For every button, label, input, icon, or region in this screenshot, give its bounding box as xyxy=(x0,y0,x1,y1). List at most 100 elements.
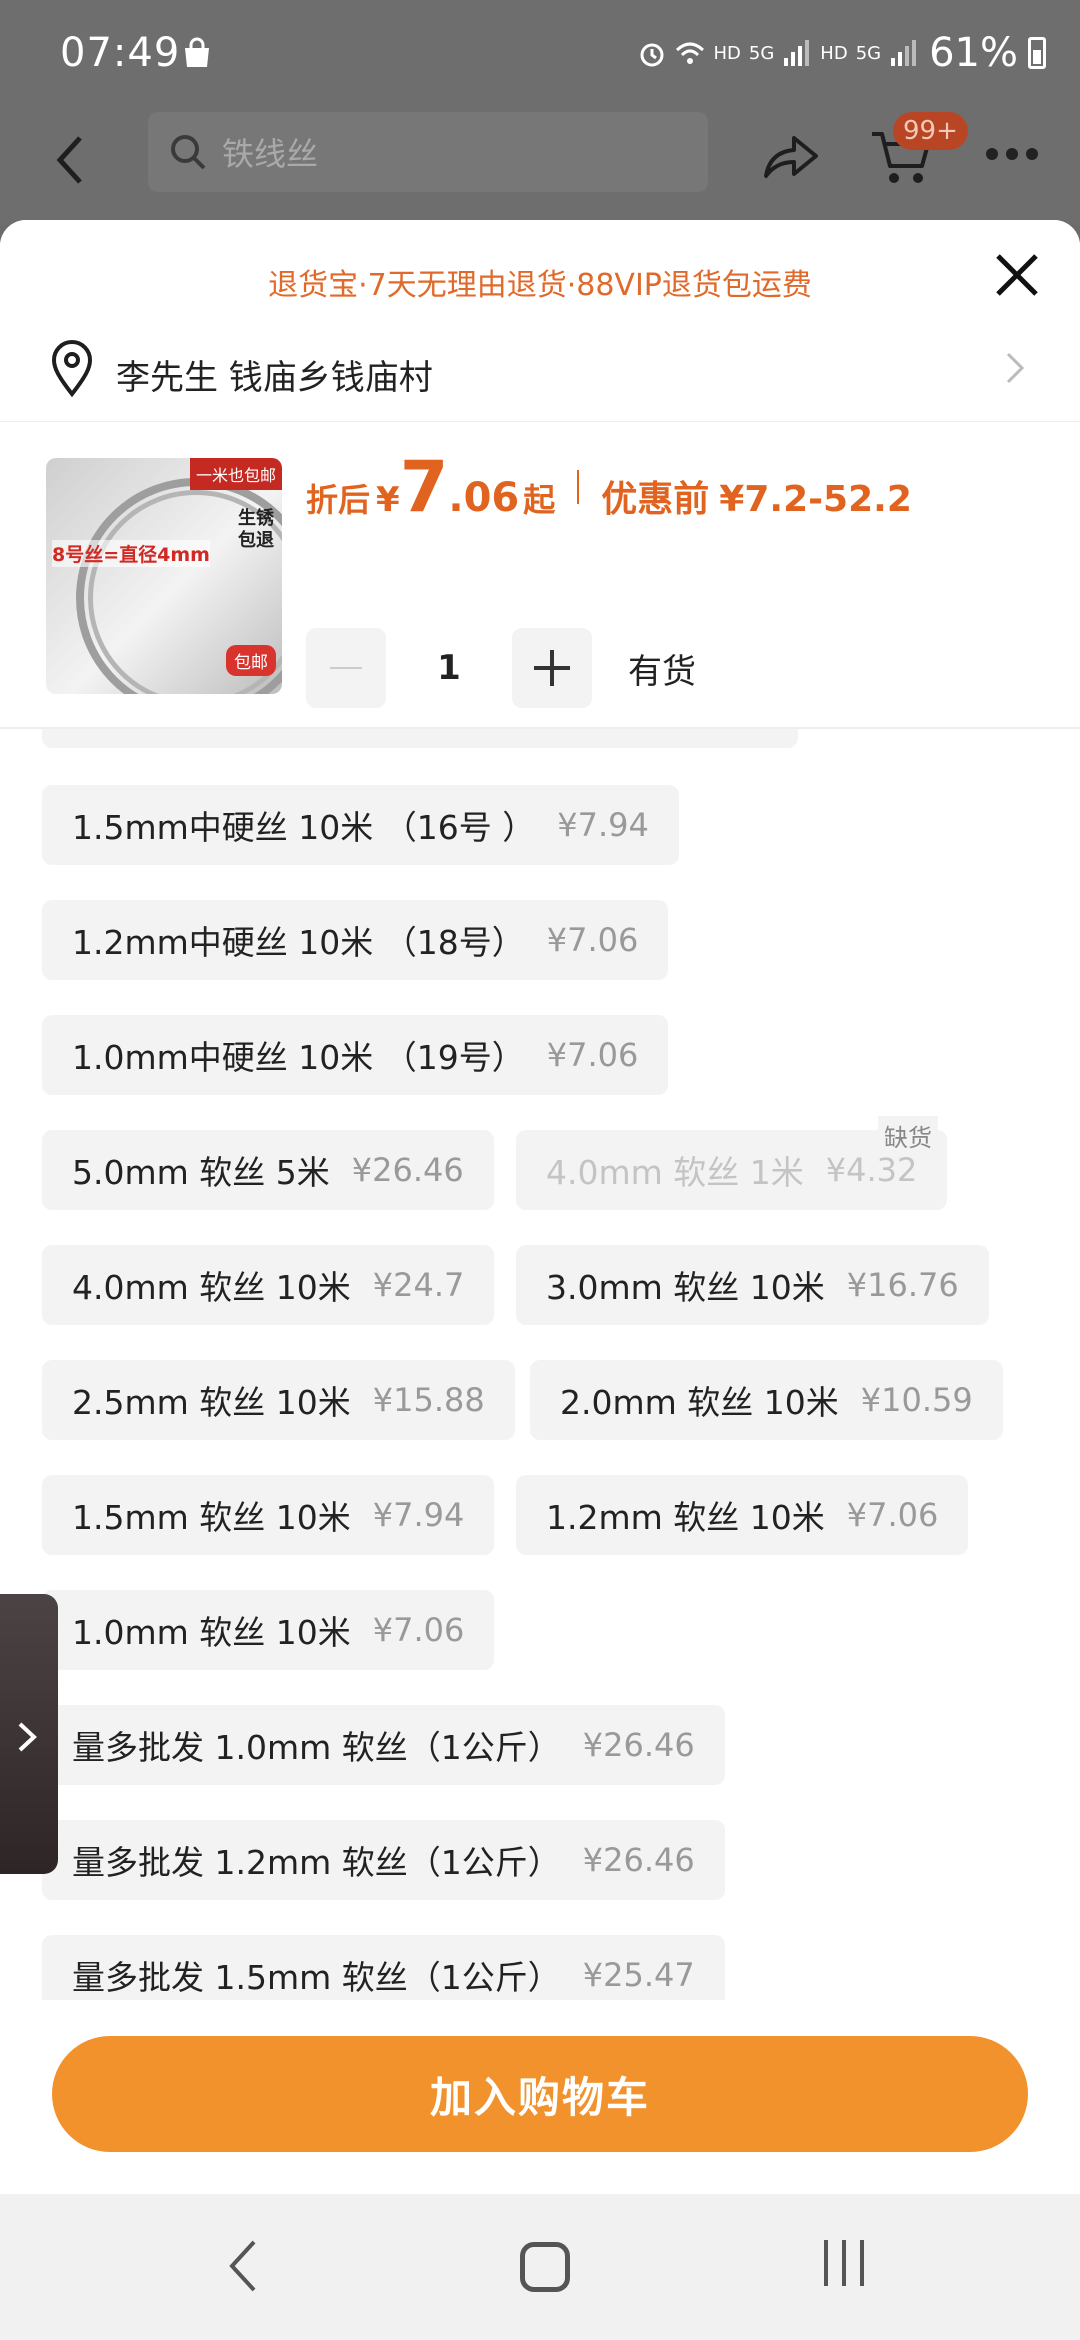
quantity-stepper: 1 有货 xyxy=(306,628,696,708)
thumb-tag-rust: 生锈包退 xyxy=(238,508,274,551)
thumb-tag-spec: 8号丝=直径4mm xyxy=(52,540,210,567)
add-to-cart-button[interactable]: 加入购物车 xyxy=(52,2036,1028,2152)
share-icon[interactable] xyxy=(760,126,820,186)
increase-quantity-button[interactable] xyxy=(512,628,592,708)
option-price: ¥26.46 xyxy=(351,1151,464,1189)
search-input[interactable]: 铁线丝 xyxy=(148,112,708,192)
option-price: ¥10.59 xyxy=(860,1381,973,1419)
option-name: 1.2mm 软丝 10米 xyxy=(546,1498,825,1537)
network-label-2: 5G xyxy=(855,42,882,64)
battery-percent: 61% xyxy=(929,30,1018,76)
price-divider xyxy=(577,470,580,504)
sku-selection-sheet: 1.5mm中硬丝 10米 （16号 ） ¥7.94 1.2mm中硬丝 10米 （… xyxy=(0,220,1080,2340)
option-name: 1.5mm中硬丝 10米 （16号 ） xyxy=(72,808,536,847)
option-price: ¥26.46 xyxy=(582,1726,695,1764)
option-chip[interactable]: 4.0mm 软丝 10米 ¥24.7 xyxy=(42,1245,495,1325)
system-back-icon[interactable] xyxy=(228,2238,258,2294)
option-name: 1.0mm中硬丝 10米 （19号） xyxy=(72,1038,525,1077)
close-icon[interactable] xyxy=(992,250,1042,300)
discount-label: 折后 xyxy=(306,481,371,519)
option-chip[interactable]: 5.0mm 软丝 5米 ¥26.46 xyxy=(42,1130,494,1210)
option-chip[interactable]: 量多批发 1.0mm 软丝（1公斤） ¥26.46 xyxy=(42,1705,725,1785)
option-chip[interactable]: 1.2mm中硬丝 10米 （18号） ¥7.06 xyxy=(42,900,669,980)
delivery-address: 李先生 钱庙乡钱庙村 xyxy=(116,358,433,398)
option-price: ¥24.7 xyxy=(372,1266,465,1304)
search-icon xyxy=(171,135,206,170)
option-price: ¥7.06 xyxy=(546,921,639,959)
option-name: 3.0mm 软丝 10米 xyxy=(546,1268,825,1307)
option-name: 1.0mm 软丝 10米 xyxy=(72,1613,351,1652)
option-name: 1.5mm 软丝 10米 xyxy=(72,1498,351,1537)
signal-icon xyxy=(784,40,810,66)
shopping-bag-icon xyxy=(185,37,209,67)
price-line: 折后 ¥ 7 .06 起 优惠前 ¥7.2-52.2 xyxy=(306,452,912,522)
system-navigation-bar xyxy=(0,2194,1080,2340)
price-decimal: .06 xyxy=(448,475,520,521)
return-policy-banner: 退货宝·7天无理由退货·88VIP退货包运费 xyxy=(268,268,812,303)
chevron-right-icon xyxy=(18,1722,37,1752)
option-chip[interactable]: 1.2mm 软丝 10米 ¥7.06 xyxy=(516,1475,969,1555)
battery-icon xyxy=(1028,37,1046,69)
option-name: 4.0mm 软丝 1米 xyxy=(546,1153,804,1192)
top-nav-bar: 铁线丝 99+ xyxy=(0,110,1080,220)
location-pin-icon xyxy=(51,340,93,398)
option-name: 1.2mm中硬丝 10米 （18号） xyxy=(72,923,525,962)
option-price: ¥7.06 xyxy=(546,1036,639,1074)
option-name: 4.0mm 软丝 10米 xyxy=(72,1268,351,1307)
option-price: ¥7.06 xyxy=(846,1496,939,1534)
option-price: ¥15.88 xyxy=(372,1381,485,1419)
option-chip[interactable]: 1.5mm 软丝 10米 ¥7.94 xyxy=(42,1475,495,1555)
option-price: ¥7.06 xyxy=(372,1611,465,1649)
thumb-tag-badge: 包邮 xyxy=(226,645,276,676)
network-label: 5G xyxy=(748,42,775,64)
option-price: ¥16.76 xyxy=(846,1266,959,1304)
option-name: 量多批发 1.5mm 软丝（1公斤） xyxy=(72,1958,561,1997)
option-chip[interactable]: 1.0mm中硬丝 10米 （19号） ¥7.06 xyxy=(42,1015,669,1095)
status-bar: 07:49 HD 5G HD 5G 61% xyxy=(0,0,1080,110)
alarm-icon xyxy=(640,43,664,67)
option-name: 2.0mm 软丝 10米 xyxy=(560,1383,839,1422)
option-chip[interactable]: 2.0mm 软丝 10米 ¥10.59 xyxy=(530,1360,1003,1440)
product-thumbnail[interactable]: 一米也包邮 8号丝=直径4mm 生锈包退 包邮 xyxy=(46,458,282,694)
status-indicators: HD 5G HD 5G 61% xyxy=(637,30,1046,76)
option-chip[interactable]: 2.5mm 软丝 10米 ¥15.88 xyxy=(42,1360,515,1440)
option-price: ¥7.94 xyxy=(372,1496,465,1534)
thumb-tag-free-shipping: 一米也包邮 xyxy=(189,458,282,490)
option-price: ¥25.47 xyxy=(582,1956,695,1994)
option-name: 量多批发 1.0mm 软丝（1公斤） xyxy=(72,1728,561,1767)
chevron-right-icon xyxy=(1006,352,1025,384)
status-time: 07:49 xyxy=(60,30,181,76)
quantity-value[interactable]: 1 xyxy=(386,648,512,688)
price-integer: 7 xyxy=(399,446,449,528)
system-home-icon[interactable] xyxy=(520,2242,570,2292)
more-options-icon[interactable] xyxy=(986,148,1038,160)
side-drawer-tab[interactable] xyxy=(0,1594,58,1874)
original-label: 优惠前 xyxy=(601,479,710,520)
out-of-stock-badge: 缺货 xyxy=(878,1116,938,1155)
option-price: ¥26.46 xyxy=(582,1841,695,1879)
hd-label: HD xyxy=(713,42,741,64)
signal-icon-2 xyxy=(891,40,917,66)
decrease-quantity-button[interactable] xyxy=(306,628,386,708)
original-price-range: ¥7.2-52.2 xyxy=(719,479,912,520)
back-arrow-icon[interactable] xyxy=(50,130,90,190)
option-name: 5.0mm 软丝 5米 xyxy=(72,1153,330,1192)
option-chip[interactable]: 1.5mm中硬丝 10米 （16号 ） ¥7.94 xyxy=(42,785,679,865)
currency-symbol: ¥ xyxy=(376,480,400,520)
price-suffix: 起 xyxy=(523,481,556,519)
option-price: ¥4.32 xyxy=(825,1151,918,1189)
wifi-icon xyxy=(676,42,705,64)
option-name: 量多批发 1.2mm 软丝（1公斤） xyxy=(72,1843,561,1882)
product-summary: 一米也包邮 8号丝=直径4mm 生锈包退 包邮 折后 ¥ 7 .06 起 优惠前… xyxy=(0,422,1080,729)
hd-label-2: HD xyxy=(820,42,848,64)
option-name: 2.5mm 软丝 10米 xyxy=(72,1383,351,1422)
sheet-header: 退货宝·7天无理由退货·88VIP退货包运费 李先生 钱庙乡钱庙村 xyxy=(0,220,1080,422)
stock-status: 有货 xyxy=(628,651,696,692)
system-recents-icon[interactable] xyxy=(824,2240,864,2286)
search-text: 铁线丝 xyxy=(222,135,319,173)
option-chip[interactable]: 3.0mm 软丝 10米 ¥16.76 xyxy=(516,1245,989,1325)
option-chip[interactable]: 量多批发 1.2mm 软丝（1公斤） ¥26.46 xyxy=(42,1820,725,1900)
cart-badge: 99+ xyxy=(893,112,968,150)
option-price: ¥7.94 xyxy=(557,806,649,844)
option-chip[interactable]: 1.0mm 软丝 10米 ¥7.06 xyxy=(42,1590,495,1670)
